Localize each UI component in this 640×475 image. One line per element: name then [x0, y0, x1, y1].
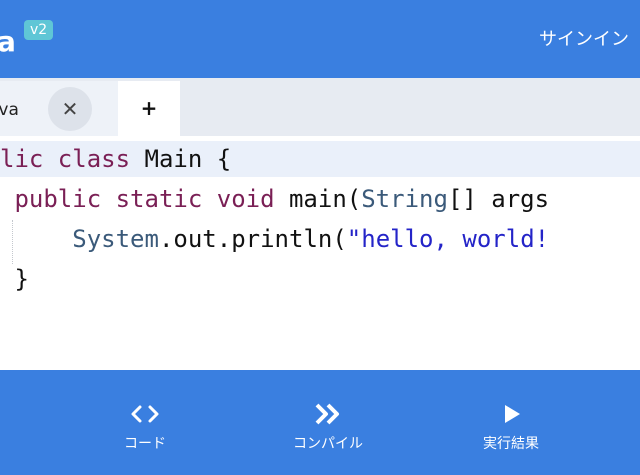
code-token: .out.println(	[158, 225, 347, 253]
code-token: [] args	[447, 185, 550, 213]
code-line: lic class Main {	[0, 141, 231, 177]
code-line: System.out.println("hello, world!	[0, 221, 549, 257]
code-line: }	[0, 261, 29, 297]
nav-compile-label: コンパイル	[293, 436, 363, 452]
bottom-nav: コード コンパイル 実行結果	[0, 370, 640, 475]
file-tab-label: ava	[0, 100, 19, 120]
code-icon	[131, 405, 159, 423]
code-token: public static void	[0, 185, 289, 213]
file-tab-bar: ava ✕ +	[0, 78, 640, 136]
code-token: }	[0, 265, 29, 293]
signin-button[interactable]: サインイン	[539, 28, 629, 52]
nav-code-button[interactable]: コード	[85, 370, 205, 475]
code-editor[interactable]: lic class Main { public static void main…	[0, 136, 640, 370]
code-token: System	[72, 225, 159, 253]
code-line: public static void main(String[] args	[0, 181, 549, 217]
code-token: main(	[288, 185, 362, 213]
app-title: a	[0, 25, 16, 58]
code-token: String	[361, 185, 448, 213]
code-token: "hello, world!	[346, 225, 550, 253]
nav-result-label: 実行結果	[483, 436, 539, 452]
code-token: Main {	[144, 145, 232, 173]
code-token: class	[57, 145, 145, 173]
nav-code-label: コード	[124, 436, 166, 452]
tab-close-icon[interactable]: ✕	[48, 87, 92, 131]
nav-compile-button[interactable]: コンパイル	[268, 370, 388, 475]
app-header: a v2 サインイン	[0, 0, 640, 78]
play-icon	[505, 405, 520, 423]
version-badge: v2	[24, 20, 54, 40]
code-token: lic	[0, 145, 58, 173]
fast-forward-icon	[315, 403, 339, 425]
add-tab-button[interactable]: +	[118, 81, 180, 136]
nav-result-button[interactable]: 実行結果	[451, 370, 571, 475]
